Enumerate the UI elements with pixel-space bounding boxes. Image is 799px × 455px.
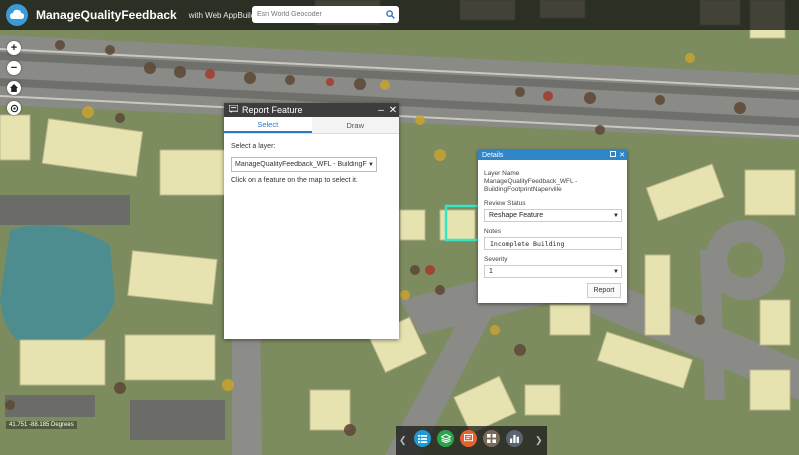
dropdown-arrow-icon: ▼ (613, 268, 619, 275)
review-status-select[interactable]: Reshape Feature ▼ (484, 209, 622, 223)
minimize-icon[interactable]: – (375, 105, 387, 116)
severity-value: 1 (489, 268, 493, 276)
notes-label: Notes (484, 228, 501, 236)
report-feature-panel: Report Feature – ✕ Select Draw Select a … (224, 103, 399, 339)
report-icon[interactable] (460, 430, 477, 447)
dropdown-arrow-icon: ▼ (613, 212, 619, 219)
layer-name-value: ManageQualityFeedback_WFL - BuildingFoot… (484, 178, 578, 194)
widget-toolbar: ❮ ❯ (396, 426, 547, 455)
zoom-in-button[interactable]: + (7, 41, 21, 55)
review-status-label: Review Status (484, 200, 526, 208)
chevron-left-icon[interactable]: ❮ (399, 435, 407, 446)
close-icon[interactable]: ✕ (617, 151, 627, 159)
dropdown-arrow-icon: ▼ (368, 161, 374, 168)
review-status-value: Reshape Feature (489, 212, 544, 220)
layer-name-label: Layer Name (484, 170, 520, 177)
notes-field[interactable]: Incomplete Building (484, 237, 622, 251)
report-tabs: Select Draw (224, 117, 399, 134)
report-feature-icon (228, 104, 239, 115)
locate-icon[interactable] (7, 101, 21, 115)
chart-icon[interactable] (506, 430, 523, 447)
select-hint-text: Click on a feature on the map to select … (231, 177, 358, 184)
grid-icon[interactable] (483, 430, 500, 447)
map-imagery (0, 0, 799, 455)
app-title: ManageQualityFeedback (36, 8, 177, 22)
details-panel-body: Layer Name ManageQualityFeedback_WFL - B… (478, 160, 627, 288)
report-panel-title: Report Feature (242, 105, 303, 115)
app-header: ManageQualityFeedback with Web AppBuilde… (0, 0, 799, 30)
layer-select[interactable]: ManageQualityFeedback_WFL - BuildingF ▼ (231, 157, 377, 172)
report-button[interactable]: Report (587, 283, 621, 298)
layers-icon[interactable] (437, 430, 454, 447)
maximize-icon[interactable] (608, 151, 617, 159)
home-icon[interactable] (7, 81, 21, 95)
search-box (252, 6, 399, 23)
tab-draw[interactable]: Draw (311, 117, 399, 133)
close-icon[interactable]: ✕ (387, 105, 399, 116)
zoom-out-button[interactable]: − (7, 61, 21, 75)
chevron-right-icon[interactable]: ❯ (535, 435, 543, 446)
app-logo-icon (6, 4, 28, 26)
details-panel-title: Details (482, 151, 504, 159)
layer-select-value: ManageQualityFeedback_WFL - BuildingF (235, 161, 367, 168)
list-icon[interactable] (414, 430, 431, 447)
details-panel-header: Details ✕ (478, 150, 627, 160)
severity-label: Severity (484, 256, 508, 264)
tab-select[interactable]: Select (224, 117, 312, 133)
report-panel-body: Select a layer: ManageQualityFeedback_WF… (224, 134, 399, 193)
details-panel: Details ✕ Layer Name ManageQualityFeedba… (478, 150, 627, 303)
map-view[interactable] (0, 0, 799, 455)
severity-select[interactable]: 1 ▼ (484, 265, 622, 279)
layer-select-label: Select a layer: (231, 143, 276, 150)
search-input[interactable] (257, 11, 382, 18)
search-icon[interactable] (382, 7, 398, 22)
coordinate-readout: 41.751 -88.185 Degrees (6, 421, 77, 429)
report-panel-header: Report Feature – ✕ (224, 103, 399, 117)
